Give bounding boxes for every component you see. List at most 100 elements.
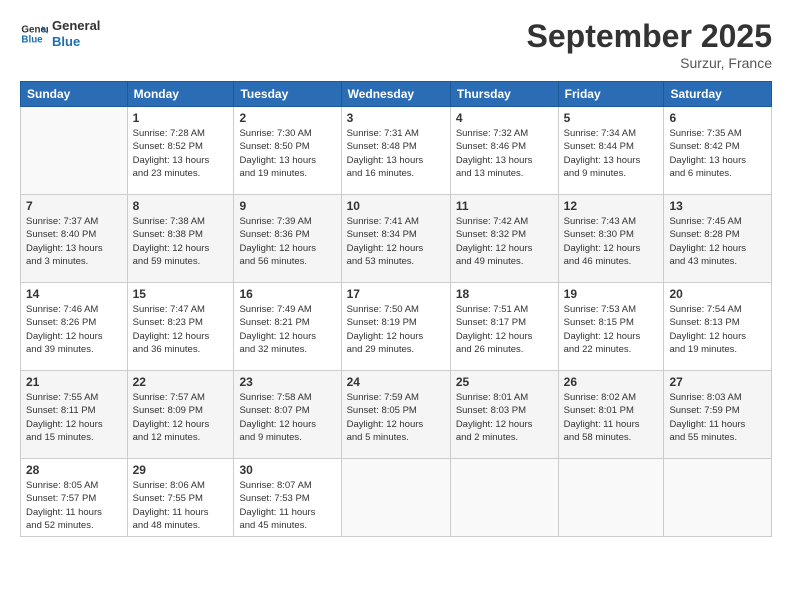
weekday-header: Friday	[558, 82, 664, 107]
calendar-cell: 4Sunrise: 7:32 AM Sunset: 8:46 PM Daylig…	[450, 107, 558, 195]
day-info: Sunrise: 7:39 AM Sunset: 8:36 PM Dayligh…	[239, 215, 335, 268]
calendar-cell: 6Sunrise: 7:35 AM Sunset: 8:42 PM Daylig…	[664, 107, 772, 195]
weekday-header: Wednesday	[341, 82, 450, 107]
svg-text:Blue: Blue	[21, 34, 43, 45]
month-title: September 2025	[527, 18, 772, 55]
calendar-cell	[450, 459, 558, 537]
calendar-cell: 17Sunrise: 7:50 AM Sunset: 8:19 PM Dayli…	[341, 283, 450, 371]
day-info: Sunrise: 7:35 AM Sunset: 8:42 PM Dayligh…	[669, 127, 766, 180]
weekday-header: Monday	[127, 82, 234, 107]
day-info: Sunrise: 7:42 AM Sunset: 8:32 PM Dayligh…	[456, 215, 553, 268]
day-number: 9	[239, 199, 335, 213]
weekday-header-row: SundayMondayTuesdayWednesdayThursdayFrid…	[21, 82, 772, 107]
calendar-cell: 11 Sunrise: 7:42 AM Sunset: 8:32 PM Dayli…	[450, 195, 558, 283]
calendar-cell: 3 Sunrise: 7:31 AM Sunset: 8:48 PM Daylig…	[341, 107, 450, 195]
calendar-cell: 22 Sunrise: 7:57 AM Sunset: 8:09 PM Dayli…	[127, 371, 234, 459]
day-number: 20	[669, 287, 766, 301]
day-info: Sunrise: 7:31 AM Sunset: 8:48 PM Dayligh…	[347, 127, 445, 180]
page-header: General Blue General Blue September 2025…	[20, 18, 772, 71]
day-info: Sunrise: 7:57 AM Sunset: 8:09 PM Dayligh…	[133, 391, 229, 444]
day-number: 8	[133, 199, 229, 213]
calendar-cell: 29Sunrise: 8:06 AM Sunset: 7:55 PM Dayli…	[127, 459, 234, 537]
day-info: Sunrise: 7:51 AM Sunset: 8:17 PM Dayligh…	[456, 303, 553, 356]
day-info: Sunrise: 8:06 AM Sunset: 7:55 PM Dayligh…	[133, 479, 229, 532]
day-info: Sunrise: 7:43 AM Sunset: 8:30 PM Dayligh…	[564, 215, 659, 268]
title-block: September 2025 Surzur, France	[527, 18, 772, 71]
day-info: Sunrise: 7:41 AM Sunset: 8:34 PM Dayligh…	[347, 215, 445, 268]
day-info: Sunrise: 7:38 AM Sunset: 8:38 PM Dayligh…	[133, 215, 229, 268]
day-number: 25	[456, 375, 553, 389]
day-info: Sunrise: 8:05 AM Sunset: 7:57 PM Dayligh…	[26, 479, 122, 532]
day-number: 19	[564, 287, 659, 301]
day-number: 12	[564, 199, 659, 213]
logo-general: General	[52, 18, 100, 34]
day-info: Sunrise: 7:47 AM Sunset: 8:23 PM Dayligh…	[133, 303, 229, 356]
calendar-cell	[558, 459, 664, 537]
day-number: 18	[456, 287, 553, 301]
day-number: 10	[347, 199, 445, 213]
calendar-cell: 28 Sunrise: 8:05 AM Sunset: 7:57 PM Dayli…	[21, 459, 128, 537]
calendar-cell: 7 Sunrise: 7:37 AM Sunset: 8:40 PM Daylig…	[21, 195, 128, 283]
day-number: 15	[133, 287, 229, 301]
day-number: 7	[26, 199, 122, 213]
day-number: 5	[564, 111, 659, 125]
logo-icon: General Blue	[20, 20, 48, 48]
day-number: 28	[26, 463, 122, 477]
day-number: 16	[239, 287, 335, 301]
weekday-header: Tuesday	[234, 82, 341, 107]
day-number: 27	[669, 375, 766, 389]
calendar-cell: 12 Sunrise: 7:43 AM Sunset: 8:30 PM Dayli…	[558, 195, 664, 283]
day-info: Sunrise: 7:55 AM Sunset: 8:11 PM Dayligh…	[26, 391, 122, 444]
day-number: 13	[669, 199, 766, 213]
day-number: 11	[456, 199, 553, 213]
day-info: Sunrise: 7:54 AM Sunset: 8:13 PM Dayligh…	[669, 303, 766, 356]
day-info: Sunrise: 8:07 AM Sunset: 7:53 PM Dayligh…	[239, 479, 335, 532]
day-number: 14	[26, 287, 122, 301]
weekday-header: Thursday	[450, 82, 558, 107]
calendar-cell: 30 Sunrise: 8:07 AM Sunset: 7:53 PM Dayli…	[234, 459, 341, 537]
calendar-cell: 9 Sunrise: 7:39 AM Sunset: 8:36 PM Daylig…	[234, 195, 341, 283]
day-info: Sunrise: 8:02 AM Sunset: 8:01 PM Dayligh…	[564, 391, 659, 444]
calendar-cell: 24Sunrise: 7:59 AM Sunset: 8:05 PM Dayli…	[341, 371, 450, 459]
calendar-cell: 25Sunrise: 8:01 AM Sunset: 8:03 PM Dayli…	[450, 371, 558, 459]
logo-blue: Blue	[52, 34, 100, 50]
day-number: 17	[347, 287, 445, 301]
day-number: 21	[26, 375, 122, 389]
day-number: 24	[347, 375, 445, 389]
calendar-cell: 8 Sunrise: 7:38 AM Sunset: 8:38 PM Daylig…	[127, 195, 234, 283]
calendar-cell: 2Sunrise: 7:30 AM Sunset: 8:50 PM Daylig…	[234, 107, 341, 195]
day-info: Sunrise: 7:34 AM Sunset: 8:44 PM Dayligh…	[564, 127, 659, 180]
calendar-table: SundayMondayTuesdayWednesdayThursdayFrid…	[20, 81, 772, 537]
calendar-cell: 20 Sunrise: 7:54 AM Sunset: 8:13 PM Dayli…	[664, 283, 772, 371]
calendar-cell: 23 Sunrise: 7:58 AM Sunset: 8:07 PM Dayli…	[234, 371, 341, 459]
day-info: Sunrise: 7:45 AM Sunset: 8:28 PM Dayligh…	[669, 215, 766, 268]
calendar-cell: 15 Sunrise: 7:47 AM Sunset: 8:23 PM Dayli…	[127, 283, 234, 371]
calendar-cell	[341, 459, 450, 537]
calendar-cell: 21 Sunrise: 7:55 AM Sunset: 8:11 PM Dayli…	[21, 371, 128, 459]
day-number: 23	[239, 375, 335, 389]
day-info: Sunrise: 7:58 AM Sunset: 8:07 PM Dayligh…	[239, 391, 335, 444]
day-number: 26	[564, 375, 659, 389]
calendar-cell: 27 Sunrise: 8:03 AM Sunset: 7:59 PM Dayli…	[664, 371, 772, 459]
day-info: Sunrise: 7:28 AM Sunset: 8:52 PM Dayligh…	[133, 127, 229, 180]
calendar-cell: 1 Sunrise: 7:28 AM Sunset: 8:52 PM Daylig…	[127, 107, 234, 195]
day-info: Sunrise: 8:03 AM Sunset: 7:59 PM Dayligh…	[669, 391, 766, 444]
location-subtitle: Surzur, France	[527, 55, 772, 71]
day-info: Sunrise: 7:49 AM Sunset: 8:21 PM Dayligh…	[239, 303, 335, 356]
calendar-cell: 19 Sunrise: 7:53 AM Sunset: 8:15 PM Dayli…	[558, 283, 664, 371]
day-number: 4	[456, 111, 553, 125]
day-number: 3	[347, 111, 445, 125]
day-info: Sunrise: 7:46 AM Sunset: 8:26 PM Dayligh…	[26, 303, 122, 356]
day-number: 22	[133, 375, 229, 389]
calendar-cell: 18 Sunrise: 7:51 AM Sunset: 8:17 PM Dayli…	[450, 283, 558, 371]
day-info: Sunrise: 7:53 AM Sunset: 8:15 PM Dayligh…	[564, 303, 659, 356]
day-info: Sunrise: 7:37 AM Sunset: 8:40 PM Dayligh…	[26, 215, 122, 268]
weekday-header: Sunday	[21, 82, 128, 107]
day-number: 30	[239, 463, 335, 477]
calendar-cell: 5 Sunrise: 7:34 AM Sunset: 8:44 PM Daylig…	[558, 107, 664, 195]
day-info: Sunrise: 7:30 AM Sunset: 8:50 PM Dayligh…	[239, 127, 335, 180]
calendar-cell	[664, 459, 772, 537]
calendar-cell: 14 Sunrise: 7:46 AM Sunset: 8:26 PM Dayli…	[21, 283, 128, 371]
calendar-cell: 13 Sunrise: 7:45 AM Sunset: 8:28 PM Dayli…	[664, 195, 772, 283]
day-number: 1	[133, 111, 229, 125]
